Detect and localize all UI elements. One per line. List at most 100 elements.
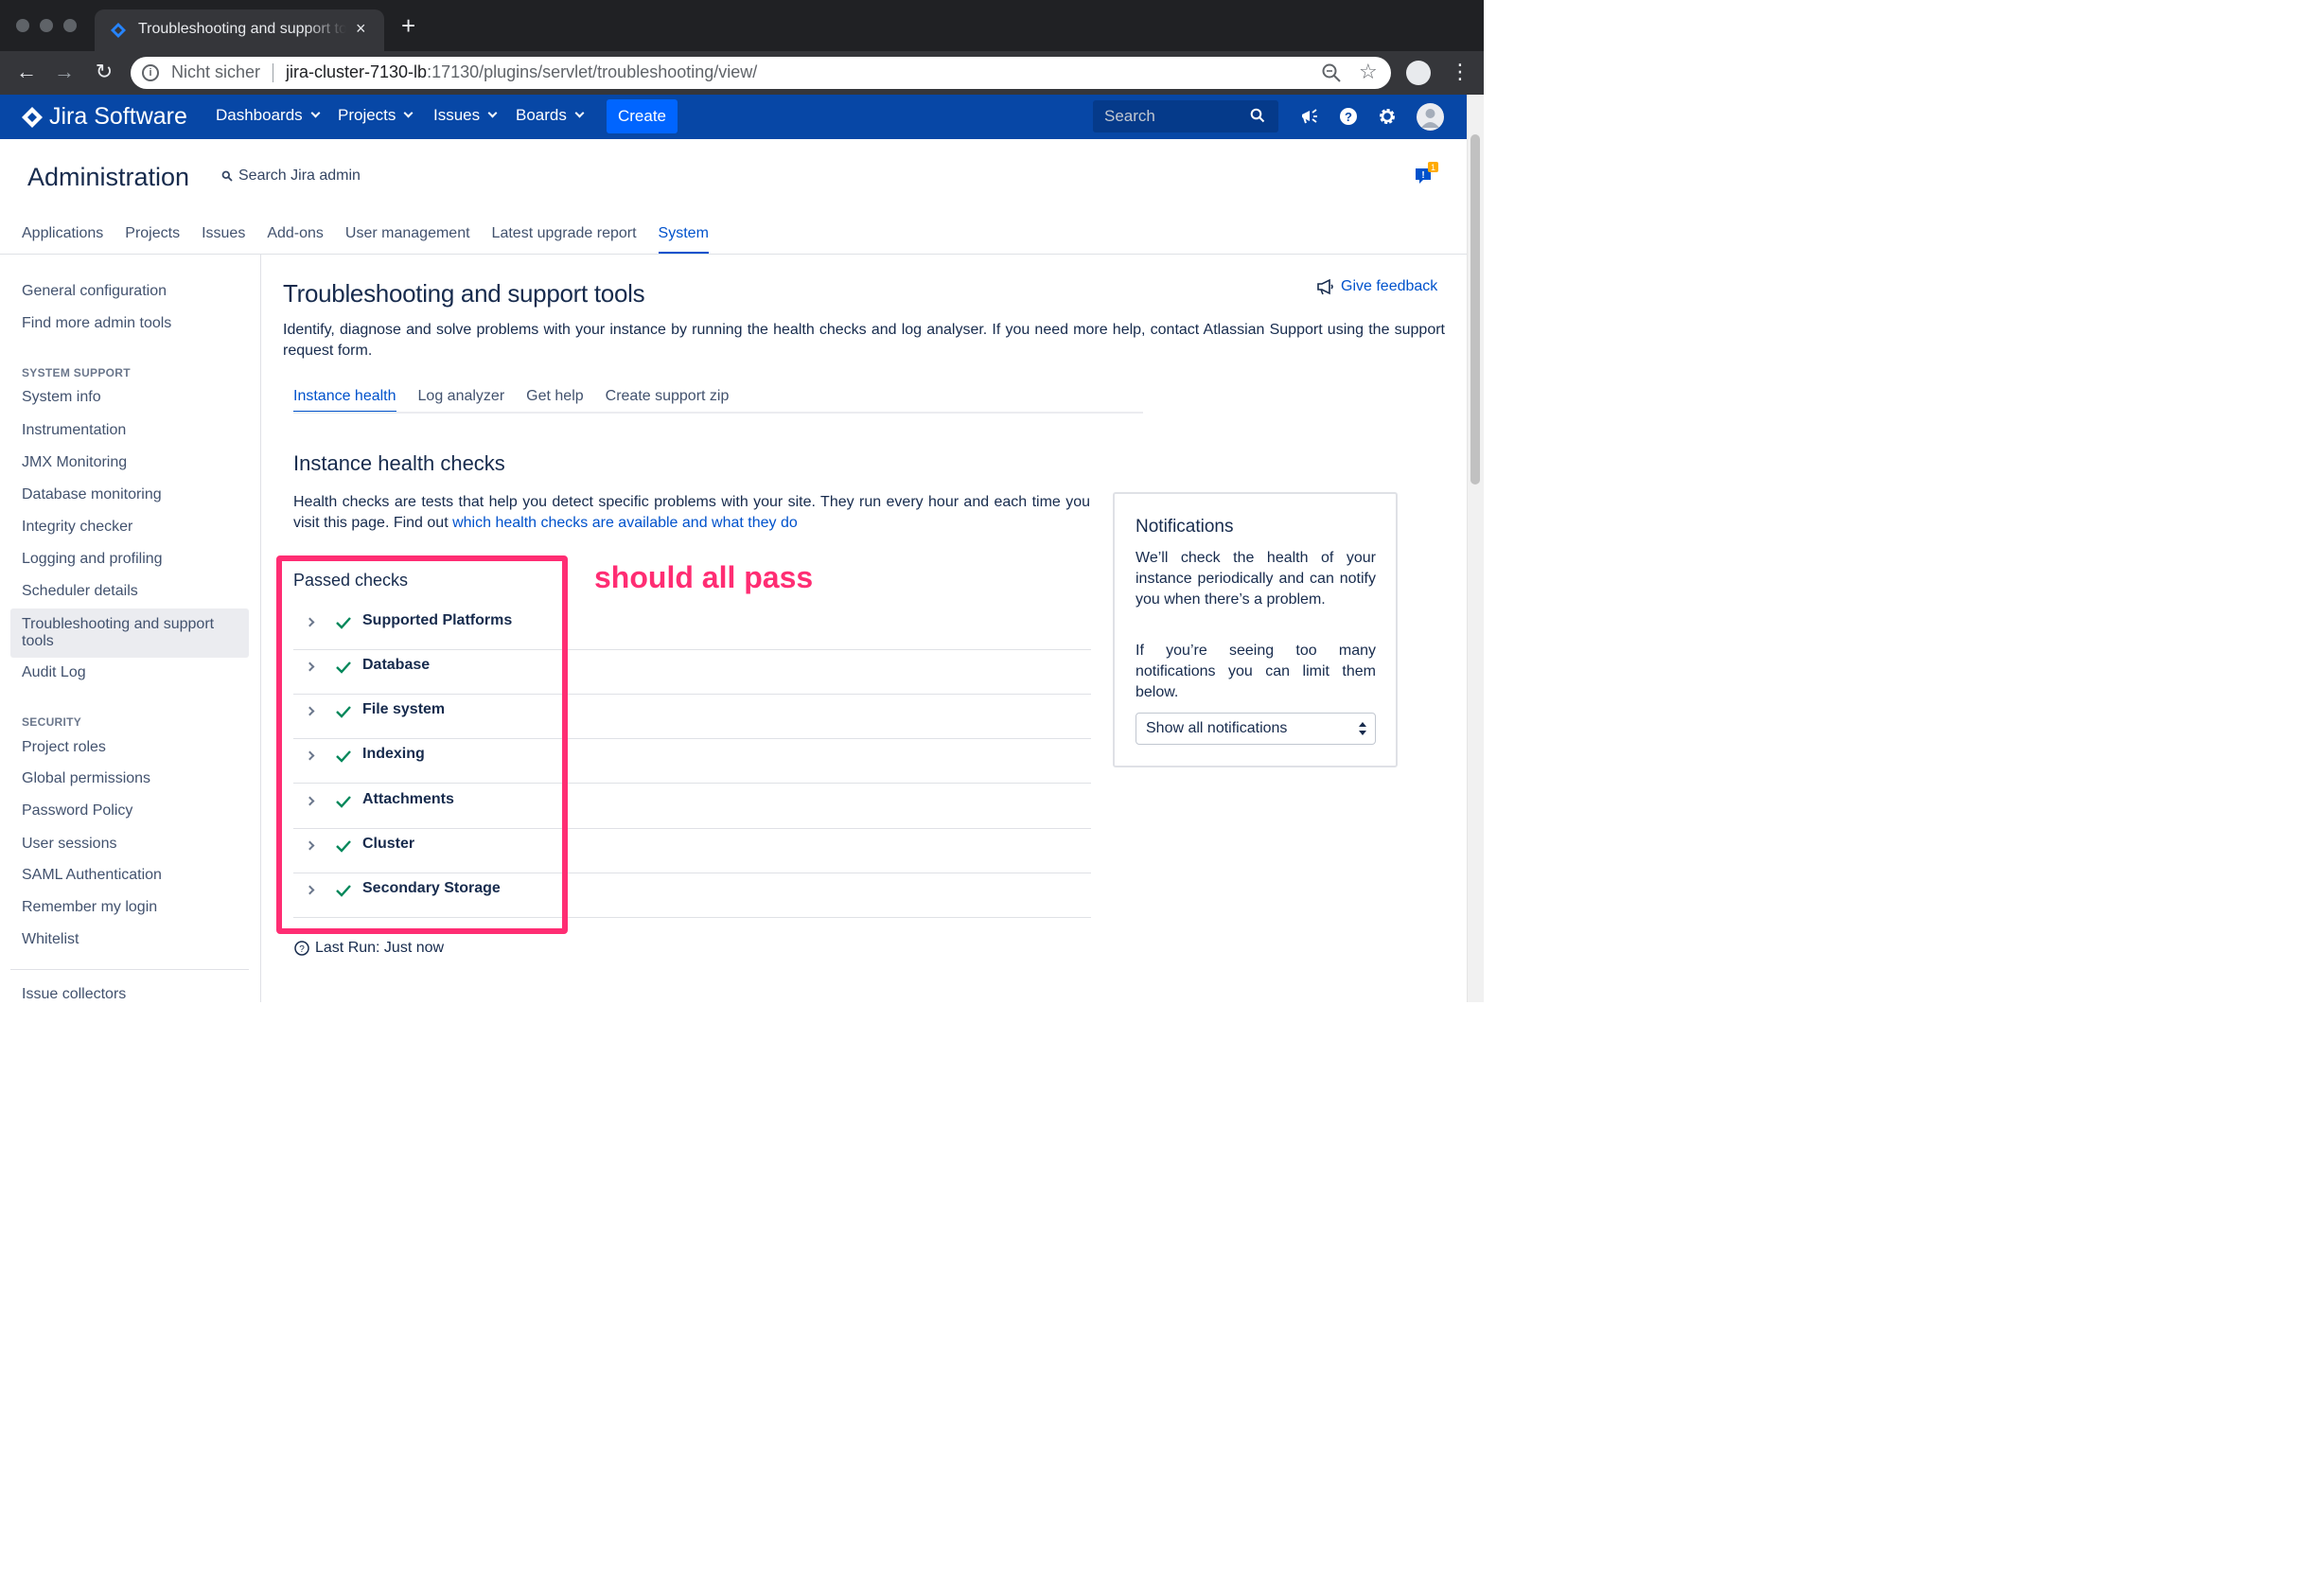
jira-top-nav: Jira Software Dashboards Projects Issues… — [0, 95, 1467, 139]
nav-issues[interactable]: Issues — [433, 106, 498, 125]
sidebar-item-audit-log[interactable]: Audit Log — [22, 664, 86, 681]
scrollbar-thumb[interactable] — [1470, 134, 1480, 485]
new-tab-icon[interactable]: + — [401, 13, 415, 38]
nav-dashboards[interactable]: Dashboards — [216, 106, 321, 125]
search-placeholder: Search — [1104, 107, 1155, 125]
security-label[interactable]: Nicht sicher — [171, 62, 260, 82]
annotation-label: should all pass — [594, 560, 814, 594]
sidebar-heading-system-support: SYSTEM SUPPORT — [22, 366, 131, 379]
sidebar-item-jmx-monitoring[interactable]: JMX Monitoring — [22, 454, 127, 471]
notifications-panel: Notifications We’ll check the health of … — [1113, 492, 1398, 767]
window-minimize-dot[interactable] — [40, 19, 53, 32]
feedback-count: 1 — [1431, 163, 1435, 172]
window-zoom-dot[interactable] — [63, 19, 77, 32]
reload-icon[interactable]: ↻ — [91, 59, 117, 85]
nav-boards-label: Boards — [516, 106, 567, 124]
svg-text:?: ? — [299, 944, 305, 955]
annotation-highlight-box — [276, 555, 568, 934]
give-feedback-link[interactable]: Give feedback — [1316, 278, 1437, 295]
sidebar-item-find-more-admin-tools[interactable]: Find more admin tools — [22, 315, 171, 332]
url-path: :17130/plugins/servlet/troubleshooting/v… — [427, 62, 758, 81]
search-icon — [1250, 108, 1265, 123]
sidebar-item-project-roles[interactable]: Project roles — [22, 739, 106, 756]
sidebar-item-general-configuration[interactable]: General configuration — [22, 283, 167, 300]
nav-boards[interactable]: Boards — [516, 106, 585, 125]
url-text[interactable]: jira-cluster-7130-lb:17130/plugins/servl… — [286, 62, 757, 82]
last-run-status: ? Last Run: Just now — [294, 940, 444, 957]
chevron-down-icon — [487, 108, 498, 118]
svg-text:!: ! — [1421, 170, 1424, 181]
last-run-text: Last Run: Just now — [315, 940, 445, 956]
jira-search-input[interactable]: Search — [1093, 100, 1278, 132]
sidebar-item-system-info[interactable]: System info — [22, 389, 101, 406]
sidebar-item-global-permissions[interactable]: Global permissions — [22, 770, 150, 787]
sidebar-item-remember-my-login[interactable]: Remember my login — [22, 899, 157, 916]
help-icon[interactable]: ? — [1338, 106, 1359, 127]
tab-create-support-zip[interactable]: Create support zip — [606, 388, 730, 414]
health-checks-link[interactable]: which health checks are available and wh… — [452, 515, 798, 531]
sidebar-heading-security: SECURITY — [22, 715, 82, 729]
admin-search[interactable]: Search Jira admin — [221, 167, 361, 185]
tab-instance-health[interactable]: Instance health — [293, 388, 396, 414]
forward-icon[interactable]: → — [51, 59, 78, 85]
sidebar-item-integrity-checker[interactable]: Integrity checker — [22, 519, 132, 536]
jira-logo[interactable]: Jira Software — [21, 103, 187, 131]
megaphone-icon — [1317, 278, 1333, 295]
close-tab-icon[interactable]: × — [356, 19, 366, 39]
tab-applications[interactable]: Applications — [22, 225, 103, 255]
chevron-down-icon — [310, 108, 321, 118]
browser-profile-icon[interactable] — [1406, 61, 1431, 85]
help-circle-icon[interactable]: ? — [294, 941, 309, 956]
search-icon — [221, 170, 233, 182]
browser-tab[interactable]: Troubleshooting and support tools × — [95, 9, 384, 51]
notifications-select[interactable]: Show all notifications — [1136, 713, 1376, 745]
tab-issues[interactable]: Issues — [202, 225, 245, 255]
give-feedback-label: Give feedback — [1341, 278, 1438, 294]
troubleshooting-tabs: Instance health Log analyzer Get help Cr… — [293, 388, 750, 414]
zoom-icon[interactable] — [1321, 62, 1342, 83]
nav-dashboards-label: Dashboards — [216, 106, 303, 124]
sidebar-item-logging-and-profiling[interactable]: Logging and profiling — [22, 551, 163, 568]
sidebar-item-database-monitoring[interactable]: Database monitoring — [22, 486, 162, 503]
address-bar[interactable]: i Nicht sicher jira-cluster-7130-lb:1713… — [131, 57, 1391, 89]
tab-projects[interactable]: Projects — [125, 225, 180, 255]
tabs-underline — [293, 412, 1143, 414]
sidebar-item-instrumentation[interactable]: Instrumentation — [22, 422, 126, 439]
tab-log-analyzer[interactable]: Log analyzer — [418, 388, 505, 414]
tab-get-help[interactable]: Get help — [526, 388, 583, 414]
sidebar-item-whitelist[interactable]: Whitelist — [22, 931, 79, 948]
tab-latest-upgrade-report[interactable]: Latest upgrade report — [492, 225, 637, 255]
nav-projects[interactable]: Projects — [338, 106, 414, 125]
notifications-title: Notifications — [1136, 517, 1234, 537]
bookmark-star-icon[interactable]: ☆ — [1359, 60, 1378, 84]
sidebar-item-scheduler-details[interactable]: Scheduler details — [22, 583, 138, 600]
svg-text:?: ? — [1345, 110, 1352, 124]
section-title: Instance health checks — [293, 451, 505, 475]
notifications-select-value: Show all notifications — [1146, 720, 1288, 736]
notifications-megaphone-icon[interactable] — [1299, 106, 1320, 127]
page-title: Troubleshooting and support tools — [283, 279, 645, 308]
admin-search-label: Search Jira admin — [238, 167, 361, 184]
back-icon[interactable]: ← — [13, 59, 40, 85]
tab-system[interactable]: System — [658, 225, 709, 255]
window-close-dot[interactable] — [16, 19, 29, 32]
browser-toolbar: ← → ↻ i Nicht sicher jira-cluster-7130-l… — [0, 51, 1484, 95]
settings-gear-icon[interactable] — [1377, 106, 1398, 127]
browser-menu-icon[interactable]: ⋮ — [1450, 60, 1470, 84]
feedback-badge-icon[interactable]: ! 1 — [1414, 161, 1440, 187]
sidebar-item-user-sessions[interactable]: User sessions — [22, 836, 116, 853]
info-icon[interactable]: i — [142, 64, 159, 81]
sidebar-item-password-policy[interactable]: Password Policy — [22, 802, 132, 820]
tab-user-management[interactable]: User management — [345, 225, 470, 255]
sidebar-item-saml-authentication[interactable]: SAML Authentication — [22, 867, 162, 884]
browser-tab-strip: Troubleshooting and support tools × + — [0, 0, 1484, 51]
avatar-icon — [1421, 109, 1439, 128]
nav-projects-label: Projects — [338, 106, 396, 124]
tab-add-ons[interactable]: Add-ons — [267, 225, 324, 255]
notifications-text-2: If you’re seeing too many notifications … — [1136, 643, 1376, 700]
sidebar-item-issue-collectors[interactable]: Issue collectors — [22, 986, 126, 1003]
sidebar-item-troubleshooting-label: Troubleshooting and support tools — [22, 616, 215, 649]
create-button[interactable]: Create — [607, 99, 678, 133]
section-description: Health checks are tests that help you de… — [293, 492, 1090, 534]
user-avatar[interactable] — [1417, 103, 1444, 131]
